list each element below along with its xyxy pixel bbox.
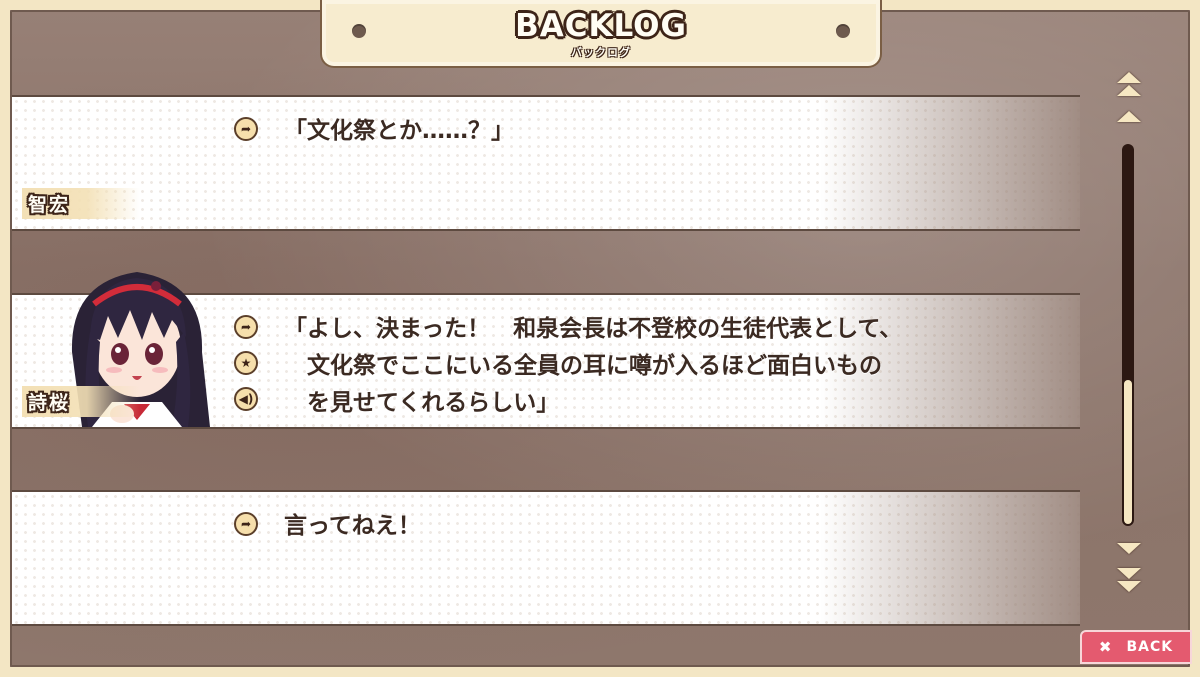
scrollbar-thumb[interactable] xyxy=(1124,380,1132,524)
double-chevron-down-icon-part xyxy=(1117,581,1141,592)
voice-replay-icon[interactable]: ◀) xyxy=(234,387,258,411)
scroll-up-button[interactable] xyxy=(1115,102,1143,130)
entry-line: 「よし、決まった！ 和泉会長は不登校の生徒代表として、 xyxy=(284,316,903,342)
replay-jump-icon[interactable]: ➦ xyxy=(234,315,258,339)
entry-icons: ➦ ★ ◀) xyxy=(234,315,258,423)
back-button[interactable]: ✖ BACK xyxy=(1080,630,1192,664)
scroll-down-button[interactable] xyxy=(1115,534,1143,562)
entry-line: 言ってねえ！ xyxy=(284,513,421,539)
back-button-label: BACK xyxy=(1126,639,1174,655)
close-icon: ✖ xyxy=(1098,638,1113,656)
backlog-entry-3[interactable]: ➦ 言ってねえ！ xyxy=(12,490,1080,626)
chevron-down-icon xyxy=(1117,542,1141,554)
scroll-top-button[interactable] xyxy=(1115,70,1143,98)
speaker-name: 智宏 xyxy=(22,188,141,219)
entry-icons: ➦ xyxy=(234,117,258,153)
entry-text: 「よし、決まった！ 和泉会長は不登校の生徒代表として、 文化祭でここにいる全員の… xyxy=(284,311,902,422)
entry-text: 言ってねえ！ xyxy=(284,508,421,545)
scroll-bottom-button[interactable] xyxy=(1115,566,1143,594)
entry-line: を見せてくれるらしい」 xyxy=(284,390,560,416)
backlog-entry-1[interactable]: ➦ 「文化祭とか……？」 智宏 xyxy=(12,95,1080,231)
scrollbar-track[interactable] xyxy=(1122,144,1134,526)
backlog-header: BACKLOG バックログ xyxy=(320,0,882,68)
page-title: BACKLOG xyxy=(515,8,687,44)
replay-jump-icon[interactable]: ➦ xyxy=(234,117,258,141)
chevron-up-icon xyxy=(1117,110,1141,122)
entry-line: 「文化祭とか……？」 xyxy=(284,118,514,144)
backlog-entry-2[interactable]: ➦ ★ ◀) 「よし、決まった！ 和泉会長は不登校の生徒代表として、 文化祭でこ… xyxy=(12,272,1080,429)
double-chevron-down-icon xyxy=(1117,568,1141,579)
speaker-name: 詩桜 xyxy=(22,386,141,417)
double-chevron-up-icon-part xyxy=(1117,85,1141,96)
entry-icons: ➦ xyxy=(234,512,258,548)
replay-jump-icon[interactable]: ➦ xyxy=(234,512,258,536)
page-subtitle: バックログ xyxy=(571,46,631,59)
star-icon[interactable]: ★ xyxy=(234,351,258,375)
entry-text: 「文化祭とか……？」 xyxy=(284,113,514,150)
entry-line: 文化祭でここにいる全員の耳に噂が入るほど面白いもの xyxy=(284,353,882,379)
double-chevron-up-icon xyxy=(1117,72,1141,83)
